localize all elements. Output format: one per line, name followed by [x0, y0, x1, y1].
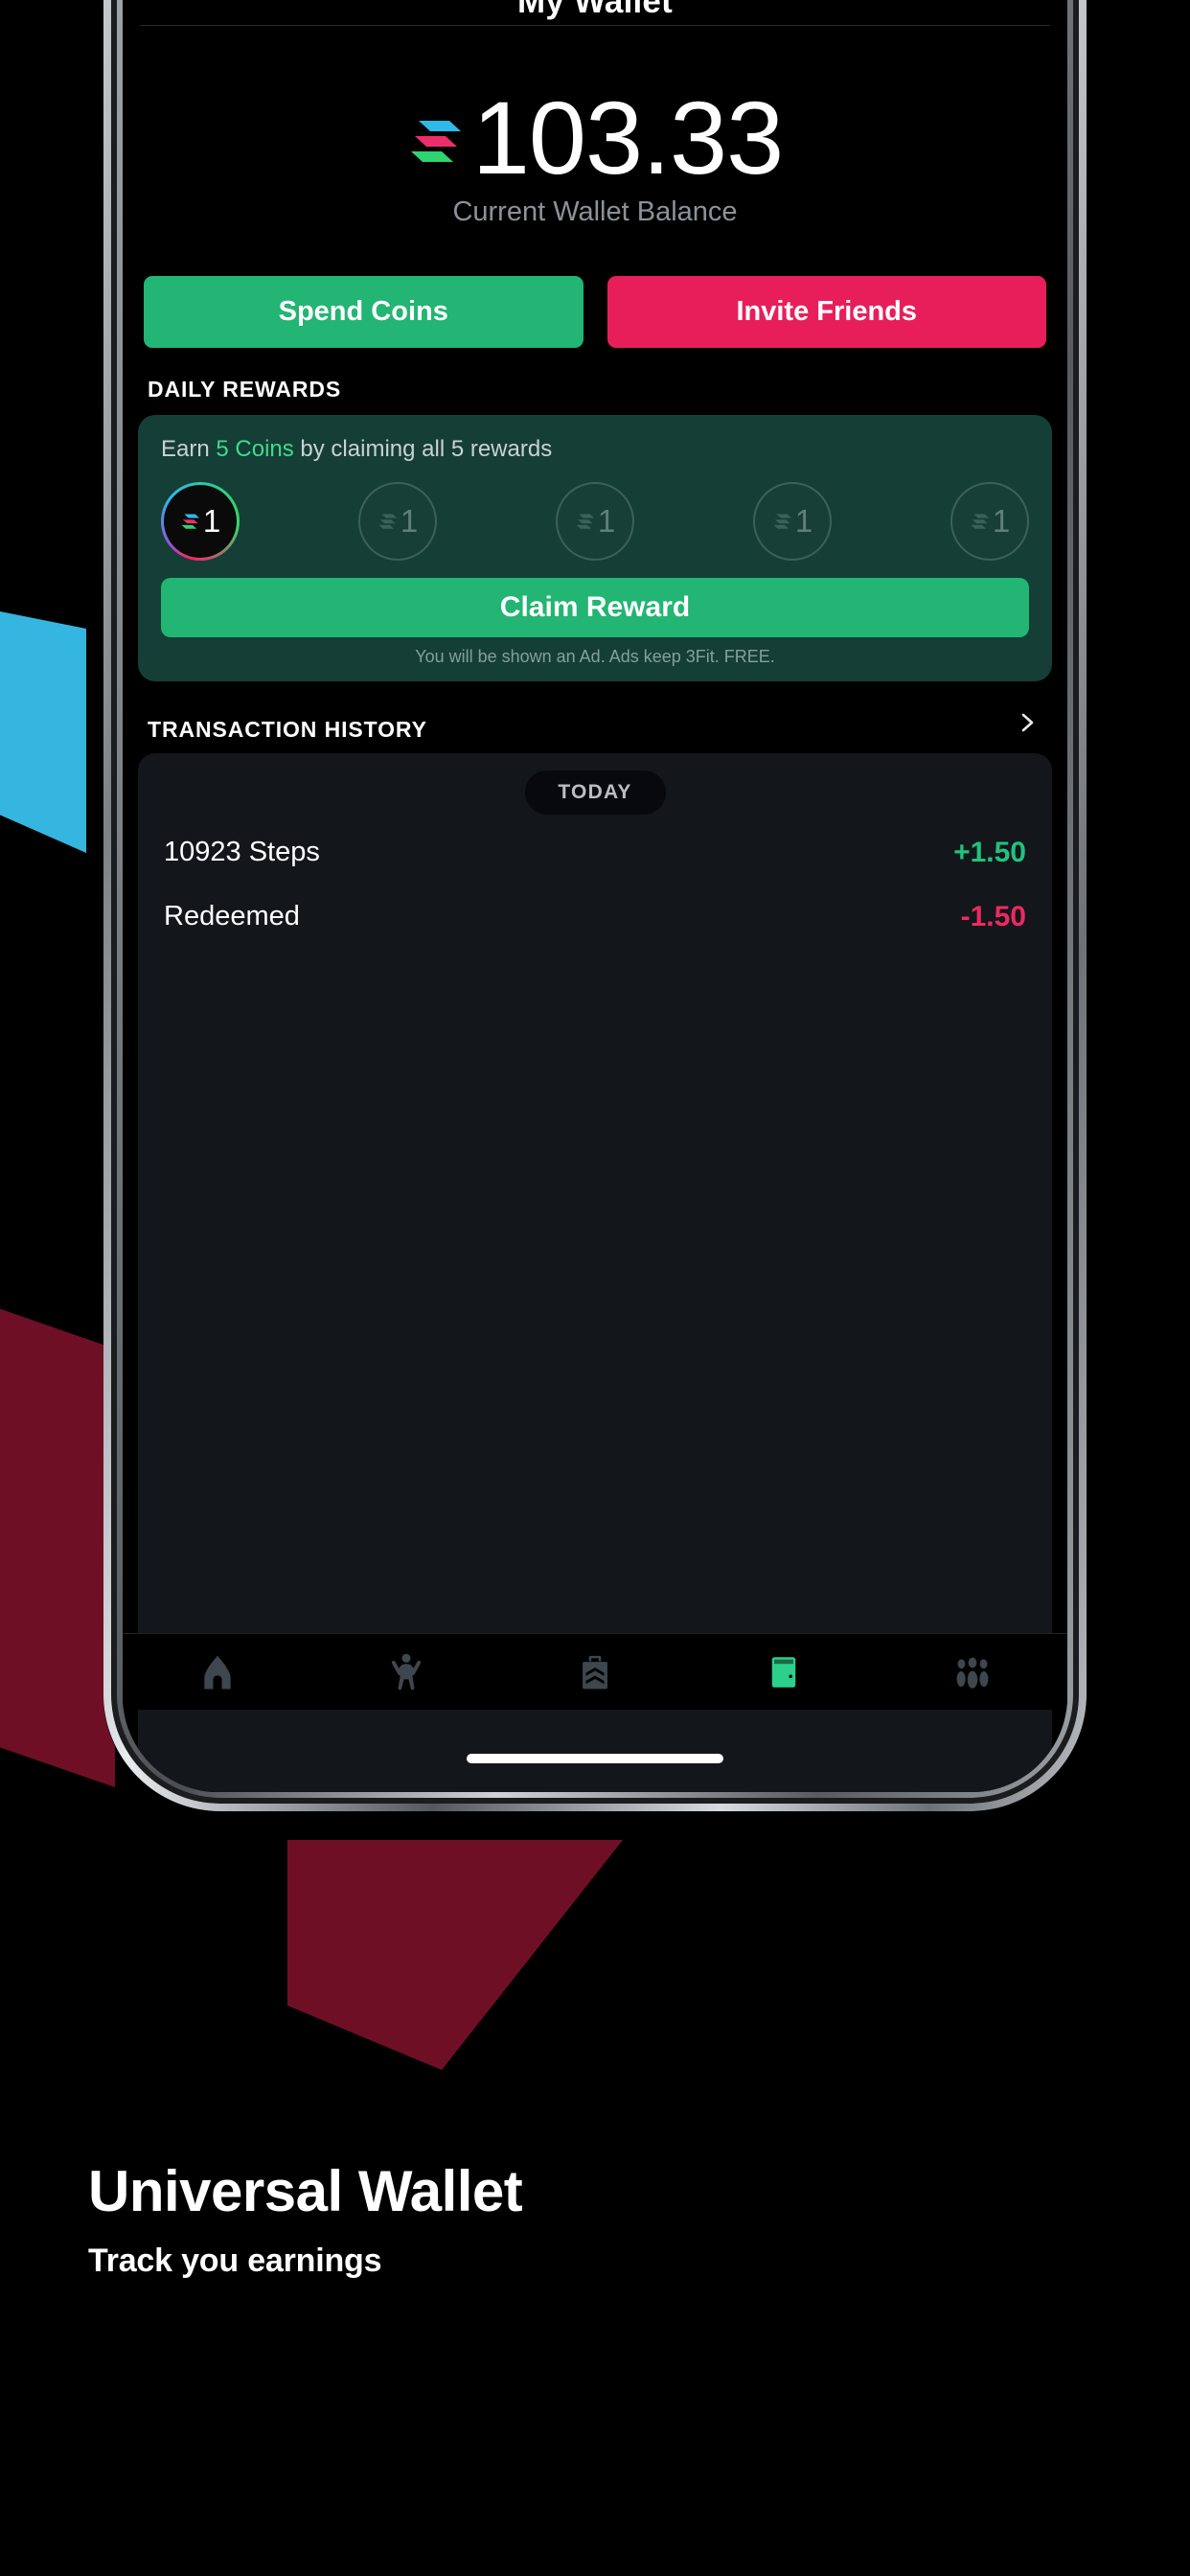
screenshot-root: My Wallet 103.33 Current Wallet Balance …	[0, 0, 1190, 2576]
reward-circle-4[interactable]: 1	[753, 482, 832, 561]
reward-circles-row: 1 1 1 1 1	[161, 482, 1029, 561]
balance-caption: Current Wallet Balance	[452, 196, 738, 227]
shopping-bag-icon	[583, 1655, 607, 1689]
transaction-label: 10923 Steps	[164, 837, 320, 867]
tab-activity[interactable]	[311, 1652, 500, 1692]
reward-circle-1[interactable]: 1	[161, 482, 240, 561]
coin-logo-icon	[181, 514, 199, 529]
marketing-caption: Universal Wallet Track you earnings	[88, 2159, 523, 2280]
spend-coins-button[interactable]: Spend Coins	[144, 276, 584, 348]
home-indicator[interactable]	[467, 1754, 723, 1763]
table-row[interactable]: Redeemed -1.50	[138, 890, 1052, 943]
wallet-icon	[771, 1656, 796, 1688]
transaction-history-heading: TRANSACTION HISTORY	[148, 717, 427, 742]
coin-logo-icon	[576, 514, 594, 529]
home-icon	[203, 1655, 231, 1689]
tab-wallet[interactable]	[690, 1652, 879, 1692]
caption-subtitle: Track you earnings	[88, 2242, 382, 2279]
wallet-app: My Wallet 103.33 Current Wallet Balance …	[123, 0, 1067, 1792]
coin-logo-icon	[773, 514, 791, 529]
day-badge: TODAY	[524, 770, 666, 815]
phone-screen: My Wallet 103.33 Current Wallet Balance …	[123, 0, 1067, 1792]
earn-suffix: by claiming all 5 rewards	[293, 436, 553, 462]
reward-circle-3[interactable]: 1	[556, 482, 634, 561]
transaction-amount: +1.50	[953, 836, 1026, 868]
coin-logo-icon	[378, 514, 397, 529]
bottom-tab-bar	[123, 1633, 1067, 1710]
tab-community[interactable]	[879, 1652, 1067, 1692]
transaction-amount: -1.50	[960, 900, 1026, 932]
nav-divider	[140, 25, 1050, 26]
daily-rewards-card: Earn 5 Coins by claiming all 5 rewards 1	[138, 415, 1052, 681]
rewards-earn-text: Earn 5 Coins by claiming all 5 rewards	[161, 436, 1029, 463]
claim-reward-button[interactable]: Claim Reward	[161, 578, 1029, 637]
reward-value: 1	[597, 503, 616, 539]
reward-value: 1	[992, 503, 1011, 539]
reward-value: 1	[202, 503, 221, 539]
chevron-right-icon[interactable]	[1016, 711, 1039, 734]
earn-highlight: 5 Coins	[216, 436, 294, 462]
decor-shard-maroon-left	[0, 1289, 115, 1787]
reward-circle-2[interactable]: 1	[358, 482, 437, 561]
coin-logo-icon	[971, 514, 989, 529]
earn-prefix: Earn	[161, 436, 217, 462]
phone-device-frame: My Wallet 103.33 Current Wallet Balance …	[103, 0, 1087, 1811]
invite-friends-button[interactable]: Invite Friends	[606, 276, 1046, 348]
balance-row: 103.33	[123, 86, 1067, 190]
community-people-icon	[956, 1657, 989, 1689]
page-title: My Wallet	[517, 0, 673, 20]
action-button-row: Spend Coins Invite Friends	[144, 276, 1046, 348]
reward-value: 1	[794, 503, 813, 539]
tab-home[interactable]	[123, 1652, 311, 1692]
caption-title: Universal Wallet	[88, 2159, 523, 2223]
decor-shard-maroon-bottom	[287, 1840, 623, 2070]
tab-shop[interactable]	[500, 1652, 689, 1692]
table-row[interactable]: 10923 Steps +1.50	[138, 826, 1052, 879]
daily-rewards-heading: DAILY REWARDS	[148, 377, 342, 402]
reward-circle-5[interactable]: 1	[950, 482, 1029, 561]
decor-shard-blue	[0, 604, 86, 853]
activity-person-icon	[391, 1653, 421, 1690]
coin-logo-icon	[410, 121, 461, 162]
balance-amount: 103.33	[471, 80, 784, 196]
transaction-label: Redeemed	[164, 901, 300, 932]
reward-value: 1	[400, 503, 419, 539]
claim-disclaimer: You will be shown an Ad. Ads keep 3Fit. …	[415, 647, 775, 666]
